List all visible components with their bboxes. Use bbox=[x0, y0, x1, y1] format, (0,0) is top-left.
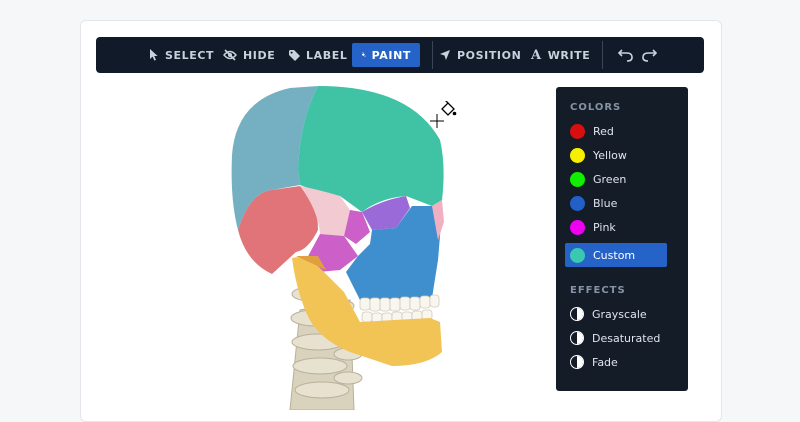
color-option-yellow[interactable]: Yellow bbox=[565, 143, 667, 167]
toolbar: SELECT HIDE LABEL PAINT POSITION A WRITE bbox=[96, 37, 704, 73]
color-option-pink[interactable]: Pink bbox=[565, 215, 667, 239]
paint-tool-label: PAINT bbox=[371, 48, 411, 62]
hide-tool-button[interactable]: HIDE bbox=[214, 43, 284, 67]
hide-tool-label: HIDE bbox=[243, 48, 276, 62]
paint-bucket-icon bbox=[361, 52, 366, 57]
skull-model[interactable] bbox=[96, 78, 546, 410]
color-label: Pink bbox=[593, 220, 616, 234]
tag-icon bbox=[289, 49, 300, 61]
paint-tool-button[interactable]: PAINT bbox=[352, 43, 420, 67]
color-option-green[interactable]: Green bbox=[565, 167, 667, 191]
label-tool-label: LABEL bbox=[306, 48, 348, 62]
color-swatch bbox=[570, 123, 585, 139]
effect-label: Desaturated bbox=[592, 331, 661, 345]
position-tool-label: POSITION bbox=[457, 48, 522, 62]
location-arrow-icon bbox=[440, 50, 450, 60]
effect-option-grayscale[interactable]: Grayscale bbox=[565, 302, 667, 326]
select-tool-label: SELECT bbox=[165, 48, 215, 62]
effect-option-desaturated[interactable]: Desaturated bbox=[565, 326, 667, 350]
color-swatch bbox=[570, 195, 585, 211]
pointer-icon bbox=[150, 49, 158, 61]
crosshair-cursor-icon bbox=[430, 114, 444, 128]
effect-label: Grayscale bbox=[592, 307, 647, 321]
label-tool-button[interactable]: LABEL bbox=[280, 43, 356, 67]
color-swatch bbox=[570, 147, 585, 163]
effect-label: Fade bbox=[592, 355, 618, 369]
color-option-red[interactable]: Red bbox=[565, 119, 667, 143]
position-tool-button[interactable]: POSITION bbox=[430, 43, 530, 67]
select-tool-button[interactable]: SELECT bbox=[140, 43, 223, 67]
color-option-custom[interactable]: Custom bbox=[565, 243, 667, 267]
color-label: Blue bbox=[593, 196, 618, 210]
color-swatch bbox=[570, 219, 585, 235]
redo-icon[interactable] bbox=[640, 46, 658, 64]
contrast-icon bbox=[570, 331, 584, 345]
color-option-blue[interactable]: Blue bbox=[565, 191, 667, 215]
color-label: Green bbox=[593, 172, 627, 186]
eye-off-icon bbox=[223, 49, 237, 61]
effects-heading: EFFECTS bbox=[570, 285, 626, 296]
contrast-icon bbox=[570, 355, 584, 369]
write-tool-button[interactable]: A WRITE bbox=[522, 43, 599, 67]
toolbar-divider bbox=[602, 41, 603, 69]
paint-options-panel: COLORS Red Yellow Green Blue Pink Custom… bbox=[556, 87, 688, 391]
color-swatch bbox=[570, 171, 585, 187]
color-swatch bbox=[570, 247, 585, 263]
model-viewport[interactable] bbox=[96, 78, 546, 410]
colors-heading: COLORS bbox=[570, 102, 622, 113]
color-label: Yellow bbox=[593, 148, 627, 162]
contrast-icon bbox=[570, 307, 584, 321]
color-label: Custom bbox=[593, 248, 636, 262]
text-icon: A bbox=[531, 47, 542, 63]
effect-option-fade[interactable]: Fade bbox=[565, 350, 667, 374]
color-label: Red bbox=[593, 124, 614, 138]
undo-icon[interactable] bbox=[617, 46, 635, 64]
write-tool-label: WRITE bbox=[547, 48, 591, 62]
